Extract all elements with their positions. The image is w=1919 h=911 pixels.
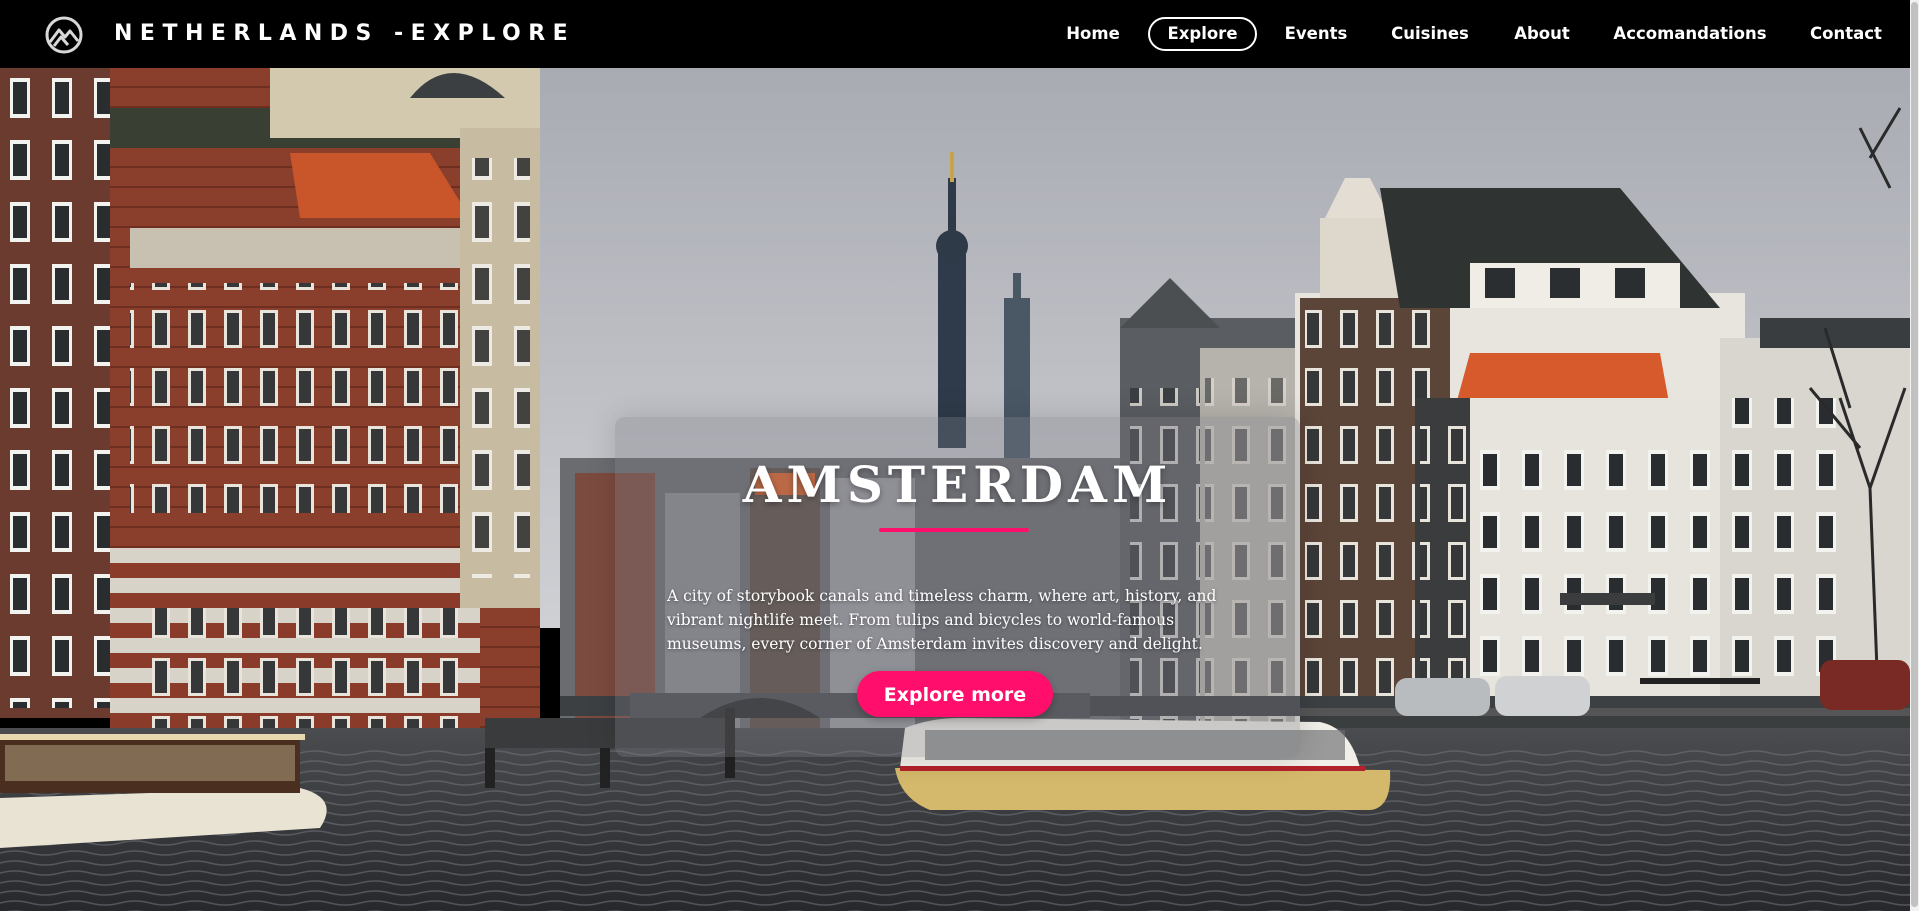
hero-section: AMSTERDAM A city of storybook canals and… (0, 68, 1910, 911)
navbar: NETHERLANDS -EXPLORE Home Explore Events… (0, 0, 1910, 68)
page-title: AMSTERDAM (742, 455, 1173, 514)
scrollbar-thumb[interactable] (1911, 2, 1918, 907)
nav-accomandations[interactable]: Accomandations (1610, 17, 1770, 51)
nav-cuisines[interactable]: Cuisines (1384, 17, 1476, 51)
title-underline (879, 528, 1029, 532)
nav-contact[interactable]: Contact (1800, 17, 1892, 51)
nav-explore[interactable]: Explore (1148, 17, 1257, 51)
mountain-circle-icon[interactable] (44, 15, 84, 55)
hero-card: AMSTERDAM A city of storybook canals and… (615, 417, 1300, 757)
nav-about[interactable]: About (1504, 17, 1580, 51)
explore-more-button[interactable]: Explore more (857, 671, 1053, 717)
brand-name[interactable]: NETHERLANDS -EXPLORE (114, 18, 575, 50)
nav-events[interactable]: Events (1276, 17, 1356, 51)
nav-home[interactable]: Home (1055, 17, 1131, 51)
city-description: A city of storybook canals and timeless … (667, 587, 1217, 653)
scrollbar[interactable] (1910, 0, 1919, 911)
